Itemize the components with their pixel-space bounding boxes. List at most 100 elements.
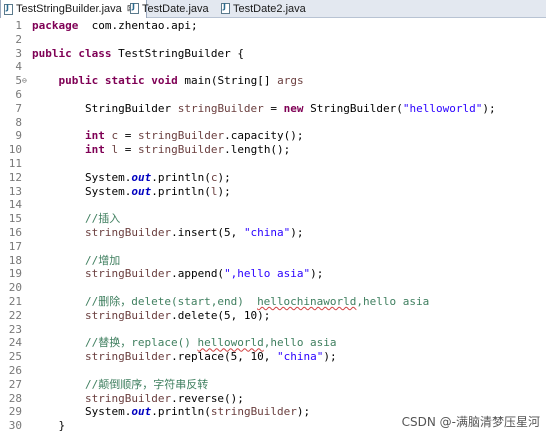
code-line: 4 [0,60,546,74]
line-number: 1 [15,19,22,32]
code-token: int [84,129,105,143]
code-token: = [118,143,138,157]
code-token: stringBuilder [137,129,225,143]
code-token: stringBuilder [84,308,172,322]
line-number: 11 [8,157,22,170]
line-number: 23 [8,322,22,336]
line-number: 21 [8,295,22,308]
code-line: 5 ⊖ public static void main(String[] args [0,74,546,88]
editor-tab-bar: J TestStringBuilder.java ⊠ J TestDate.ja… [0,0,546,18]
code-token: .append( [171,267,225,281]
code-line: 22 stringBuilder.delete(5, 10); [0,309,546,323]
line-number: 18 [8,253,22,267]
code-token: ); [310,267,324,281]
code-token: System. [32,405,132,419]
code-text: stringBuilder.append(",hello asia"); [32,267,323,281]
code-token: class [78,46,112,60]
line-number: 30 [8,419,22,433]
code-text: package com.zhentao.api; [32,19,198,33]
code-token: //插入 [84,212,121,226]
line-number: 16 [8,226,22,239]
line-number: 12 [8,170,22,184]
code-token: System. [32,184,132,198]
code-token: ); [217,170,231,184]
fold-toggle-icon[interactable]: ⊖ [22,74,27,88]
line-number: 26 [8,364,22,377]
tab-teststringbuilder[interactable]: J TestStringBuilder.java ⊠ [0,0,147,18]
code-text: System.out.println(stringBuilder); [32,405,310,419]
code-token: stringBuilder [84,391,172,405]
code-line: 1 package com.zhentao.api; [0,19,546,33]
line-number: 6 [15,88,22,101]
code-line: 23 [0,323,546,337]
code-editor[interactable]: 1 package com.zhentao.api; 2 3 public class … [0,18,546,436]
code-token: ); [482,101,496,115]
code-text: //删除，delete(start,end) hellochinaworld,h… [32,295,429,309]
line-number: 3 [15,46,22,60]
line-number: 24 [8,336,22,350]
code-token: args [277,74,304,88]
code-text: public static void main(String[] args [32,74,304,88]
code-text: stringBuilder.replace(5, 10, "china"); [32,350,337,364]
code-token: stringBuilder [137,143,225,157]
line-number: 14 [8,198,22,212]
code-token: public [32,46,72,60]
code-text: //替换，replace() helloworld,hello asia [32,336,337,350]
code-text: } [32,419,65,433]
code-token: void [151,74,178,88]
code-line: 14 [0,198,546,212]
code-token: .length(); [224,143,291,157]
code-token: .println( [151,170,211,184]
line-number: 2 [15,32,22,46]
code-line: 28 stringBuilder.reverse(); [0,392,546,406]
java-file-icon: J [4,3,13,15]
line-number: 27 [8,377,22,391]
code-line: 18 //增加 [0,254,546,268]
code-line: 26 [0,364,546,378]
code-token: ); [296,405,311,419]
code-token: "china" [243,226,291,239]
line-number: 28 [8,391,22,405]
java-file-icon: J [130,2,139,14]
code-token: stringBuilder [84,226,172,239]
code-token: ,hello asia [356,295,430,308]
code-token: out [131,405,152,419]
code-text: int c = stringBuilder.capacity(); [32,129,304,143]
code-line: 3 public class TestStringBuilder { [0,47,546,61]
code-line: 9 int c = stringBuilder.capacity(); [0,129,546,143]
code-line: 17 [0,240,546,254]
code-token: new [283,101,304,115]
tab-testdate2[interactable]: J TestDate2.java [218,0,318,17]
line-number: 29 [8,405,22,419]
code-token: ); [217,184,231,198]
code-line: 7 StringBuilder stringBuilder = new Stri… [0,102,546,116]
code-token: main(String[] [177,74,278,88]
code-token: hellochinaworld [257,295,357,308]
code-token: //删除，delete(start,end) [84,295,258,308]
code-token: public [58,74,99,88]
code-token: stringBuilder [84,267,172,281]
code-text: stringBuilder.reverse(); [32,392,244,406]
code-token: out [131,170,152,184]
line-number: 10 [8,143,22,157]
code-token: package [32,19,79,32]
tab-testdate[interactable]: J TestDate.java [127,0,219,17]
code-text: System.out.println(c); [32,171,231,185]
code-text: int l = stringBuilder.length(); [32,143,290,157]
code-token: stringBuilder [84,350,172,364]
code-line: 20 [0,281,546,295]
code-token: com.zhentao.api; [78,19,198,32]
code-token: "china" [277,350,324,364]
code-token: stringBuilder [210,405,297,419]
code-line: 19 stringBuilder.append(",hello asia"); [0,267,546,281]
line-number: 7 [15,101,22,115]
code-line: 10 int l = stringBuilder.length(); [0,143,546,157]
code-text: public class TestStringBuilder { [32,47,244,61]
code-text: //增加 [32,254,120,268]
